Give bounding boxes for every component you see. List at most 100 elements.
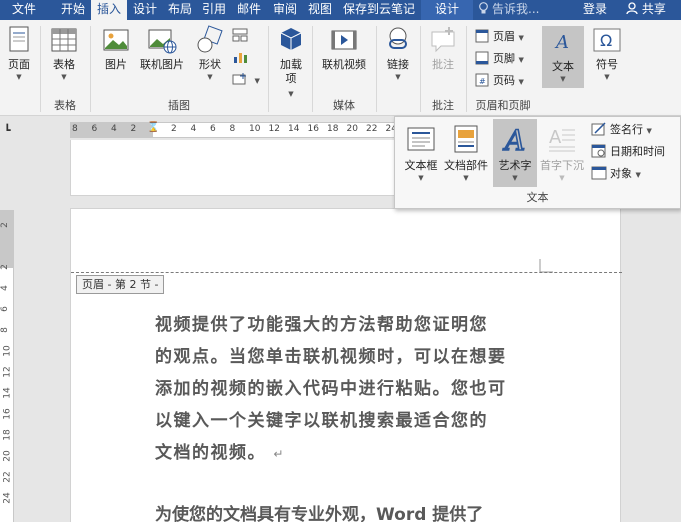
addins-button[interactable]: 加载 项 ▼	[274, 24, 308, 99]
share-button[interactable]: 共享	[618, 0, 674, 20]
tab-save-to-cloud[interactable]: 保存到云笔记	[337, 0, 421, 20]
svg-text:#: #	[479, 77, 486, 86]
comment-icon	[427, 24, 459, 56]
quick-parts-button[interactable]: 文档部件 ▼	[441, 119, 491, 187]
picture-button[interactable]: 图片	[98, 24, 134, 72]
addins-caret: ▼	[288, 90, 294, 98]
symbols-button[interactable]: Ω 符号 ▼	[588, 24, 626, 82]
ruler-number: 20	[346, 124, 358, 134]
header-boundary	[71, 272, 622, 273]
store-icon	[275, 24, 307, 56]
object-icon	[591, 166, 607, 180]
tab-design[interactable]: 设计	[127, 0, 163, 20]
date-time-label: 日期和时间	[610, 145, 665, 158]
screenshot-icon	[232, 72, 248, 86]
tab-references[interactable]: 引用	[197, 0, 231, 20]
svg-text:A: A	[502, 124, 525, 155]
link-icon	[382, 24, 414, 56]
ruler-number: 6	[91, 124, 98, 134]
table-label: 表格	[53, 58, 75, 71]
page-number-label: 页码	[493, 74, 515, 87]
page-icon	[3, 24, 35, 56]
online-video-button[interactable]: 联机视频	[316, 24, 372, 72]
pages-caret: ▼	[16, 73, 22, 81]
footer-button[interactable]: 页脚 ▼	[474, 49, 524, 69]
paragraph-1[interactable]: 视频提供了功能强大的方法帮助您证明您 的观点。当您单击联机视频时，可以在想要 添…	[155, 309, 555, 470]
text-caret: ▼	[560, 75, 566, 83]
chart-button[interactable]	[232, 48, 251, 68]
links-label: 链接	[387, 58, 409, 71]
ruler-number: 4	[111, 124, 117, 134]
signature-line-label: 签名行	[610, 123, 643, 136]
login-link[interactable]: 登录	[576, 0, 614, 20]
ruler-number: 8	[72, 124, 78, 134]
ruler-number: 2	[0, 264, 10, 270]
svg-text:A: A	[554, 32, 569, 53]
table-button[interactable]: 表格 ▼	[45, 24, 83, 82]
signature-line-button[interactable]: 签名行 ▼	[591, 120, 652, 140]
tab-selector[interactable]: ┗	[4, 124, 16, 137]
header-button[interactable]: 页眉 ▼	[474, 27, 524, 47]
tab-insert[interactable]: 插入	[91, 0, 127, 20]
online-picture-icon	[146, 24, 178, 56]
svg-text:Ω: Ω	[600, 31, 612, 50]
ribbon: 页面 ▼ 表格 ▼ 表格 图片 联机图片 形状 ▼ ▼ 插图 加载 项 ▼ 联机…	[0, 20, 681, 116]
footer-label: 页脚	[493, 52, 515, 65]
tab-layout[interactable]: 布局	[163, 0, 197, 20]
word-window: 文件 开始 插入 设计 布局 引用 邮件 审阅 视图 保存到云笔记 设计 告诉我…	[0, 0, 681, 522]
group-label-text: 文本	[526, 191, 549, 204]
tab-view[interactable]: 视图	[303, 0, 337, 20]
text-label: 文本	[552, 60, 574, 73]
paragraph-line: 添加的视频的嵌入代码中进行粘贴。您也可	[155, 379, 507, 399]
wordart-icon: A	[499, 123, 531, 158]
textbox-icon	[405, 123, 437, 155]
text-icon: A	[547, 26, 579, 58]
dropcap-caret: ▼	[559, 174, 565, 182]
online-picture-button[interactable]: 联机图片	[136, 24, 188, 72]
svg-text:A: A	[549, 127, 562, 148]
online-video-label: 联机视频	[322, 58, 366, 71]
group-label-illustrations: 插图	[168, 99, 190, 112]
group-label-media: 媒体	[333, 99, 355, 112]
screenshot-button[interactable]: ▼	[232, 70, 260, 90]
date-time-button[interactable]: 日期和时间	[591, 142, 665, 162]
ruler-number: 20	[2, 450, 13, 462]
wordart-label: 艺术字	[498, 159, 532, 172]
comment-label: 批注	[432, 58, 454, 71]
wordart-button[interactable]: A 艺术字 ▼	[493, 119, 537, 187]
paragraph-line: 视频提供了功能强大的方法帮助您证明您	[155, 315, 488, 335]
chart-icon	[232, 50, 248, 64]
text-button[interactable]: A 文本 ▼	[542, 26, 584, 88]
tab-mailings[interactable]: 邮件	[231, 0, 267, 20]
tab-file[interactable]: 文件	[0, 0, 48, 20]
shapes-button[interactable]: 形状 ▼	[192, 24, 228, 82]
vertical-ruler[interactable]: 2 2 4 6 8 10 12 14 16 18 20 22 24	[0, 210, 14, 522]
quick-parts-caret: ▼	[463, 174, 469, 182]
group-label-comments: 批注	[432, 99, 454, 112]
document-page[interactable]: 页眉 - 第 2 节 - 视频提供了功能强大的方法帮助您证明您 的观点。当您单击…	[70, 208, 622, 522]
group-separator	[268, 26, 269, 112]
tab-home[interactable]: 开始	[55, 0, 91, 20]
text-gallery-dropdown: 文本框 ▼ 文档部件 ▼ A 艺术字 ▼ A 首字下沉 ▼ 签名行 ▼ 日期和时…	[394, 116, 681, 209]
horizontal-ruler[interactable]: 8 6 4 2 ⌛ 2 4 6 8 10 12 14 16 18 20 22 24	[70, 122, 397, 138]
indent-marker[interactable]: ⌛	[147, 122, 159, 133]
tell-me-text: 告诉我...	[492, 2, 540, 16]
tab-review[interactable]: 审阅	[267, 0, 303, 20]
ruler-number: 8	[0, 327, 10, 333]
ruler-number: 14	[2, 387, 13, 399]
tab-header-design[interactable]: 设计	[421, 0, 473, 20]
tell-me-box[interactable]: 告诉我...	[478, 0, 539, 20]
wordart-caret: ▼	[512, 174, 518, 182]
dropcap-button[interactable]: A 首字下沉 ▼	[537, 119, 587, 187]
page-number-button[interactable]: # 页码 ▼	[474, 71, 524, 91]
ruler-number: 2	[171, 124, 177, 134]
addins-label-2: 项	[285, 72, 297, 85]
comment-button[interactable]: 批注	[425, 24, 461, 72]
crop-mark	[539, 259, 553, 273]
paragraph-2[interactable]: 为使您的文档具有专业外观，Word 提供了	[155, 499, 555, 522]
pages-button[interactable]: 页面 ▼	[2, 24, 36, 82]
textbox-button[interactable]: 文本框 ▼	[399, 119, 443, 187]
object-button[interactable]: 对象 ▼	[591, 164, 641, 184]
smartart-button[interactable]	[232, 26, 251, 46]
links-button[interactable]: 链接 ▼	[380, 24, 416, 82]
